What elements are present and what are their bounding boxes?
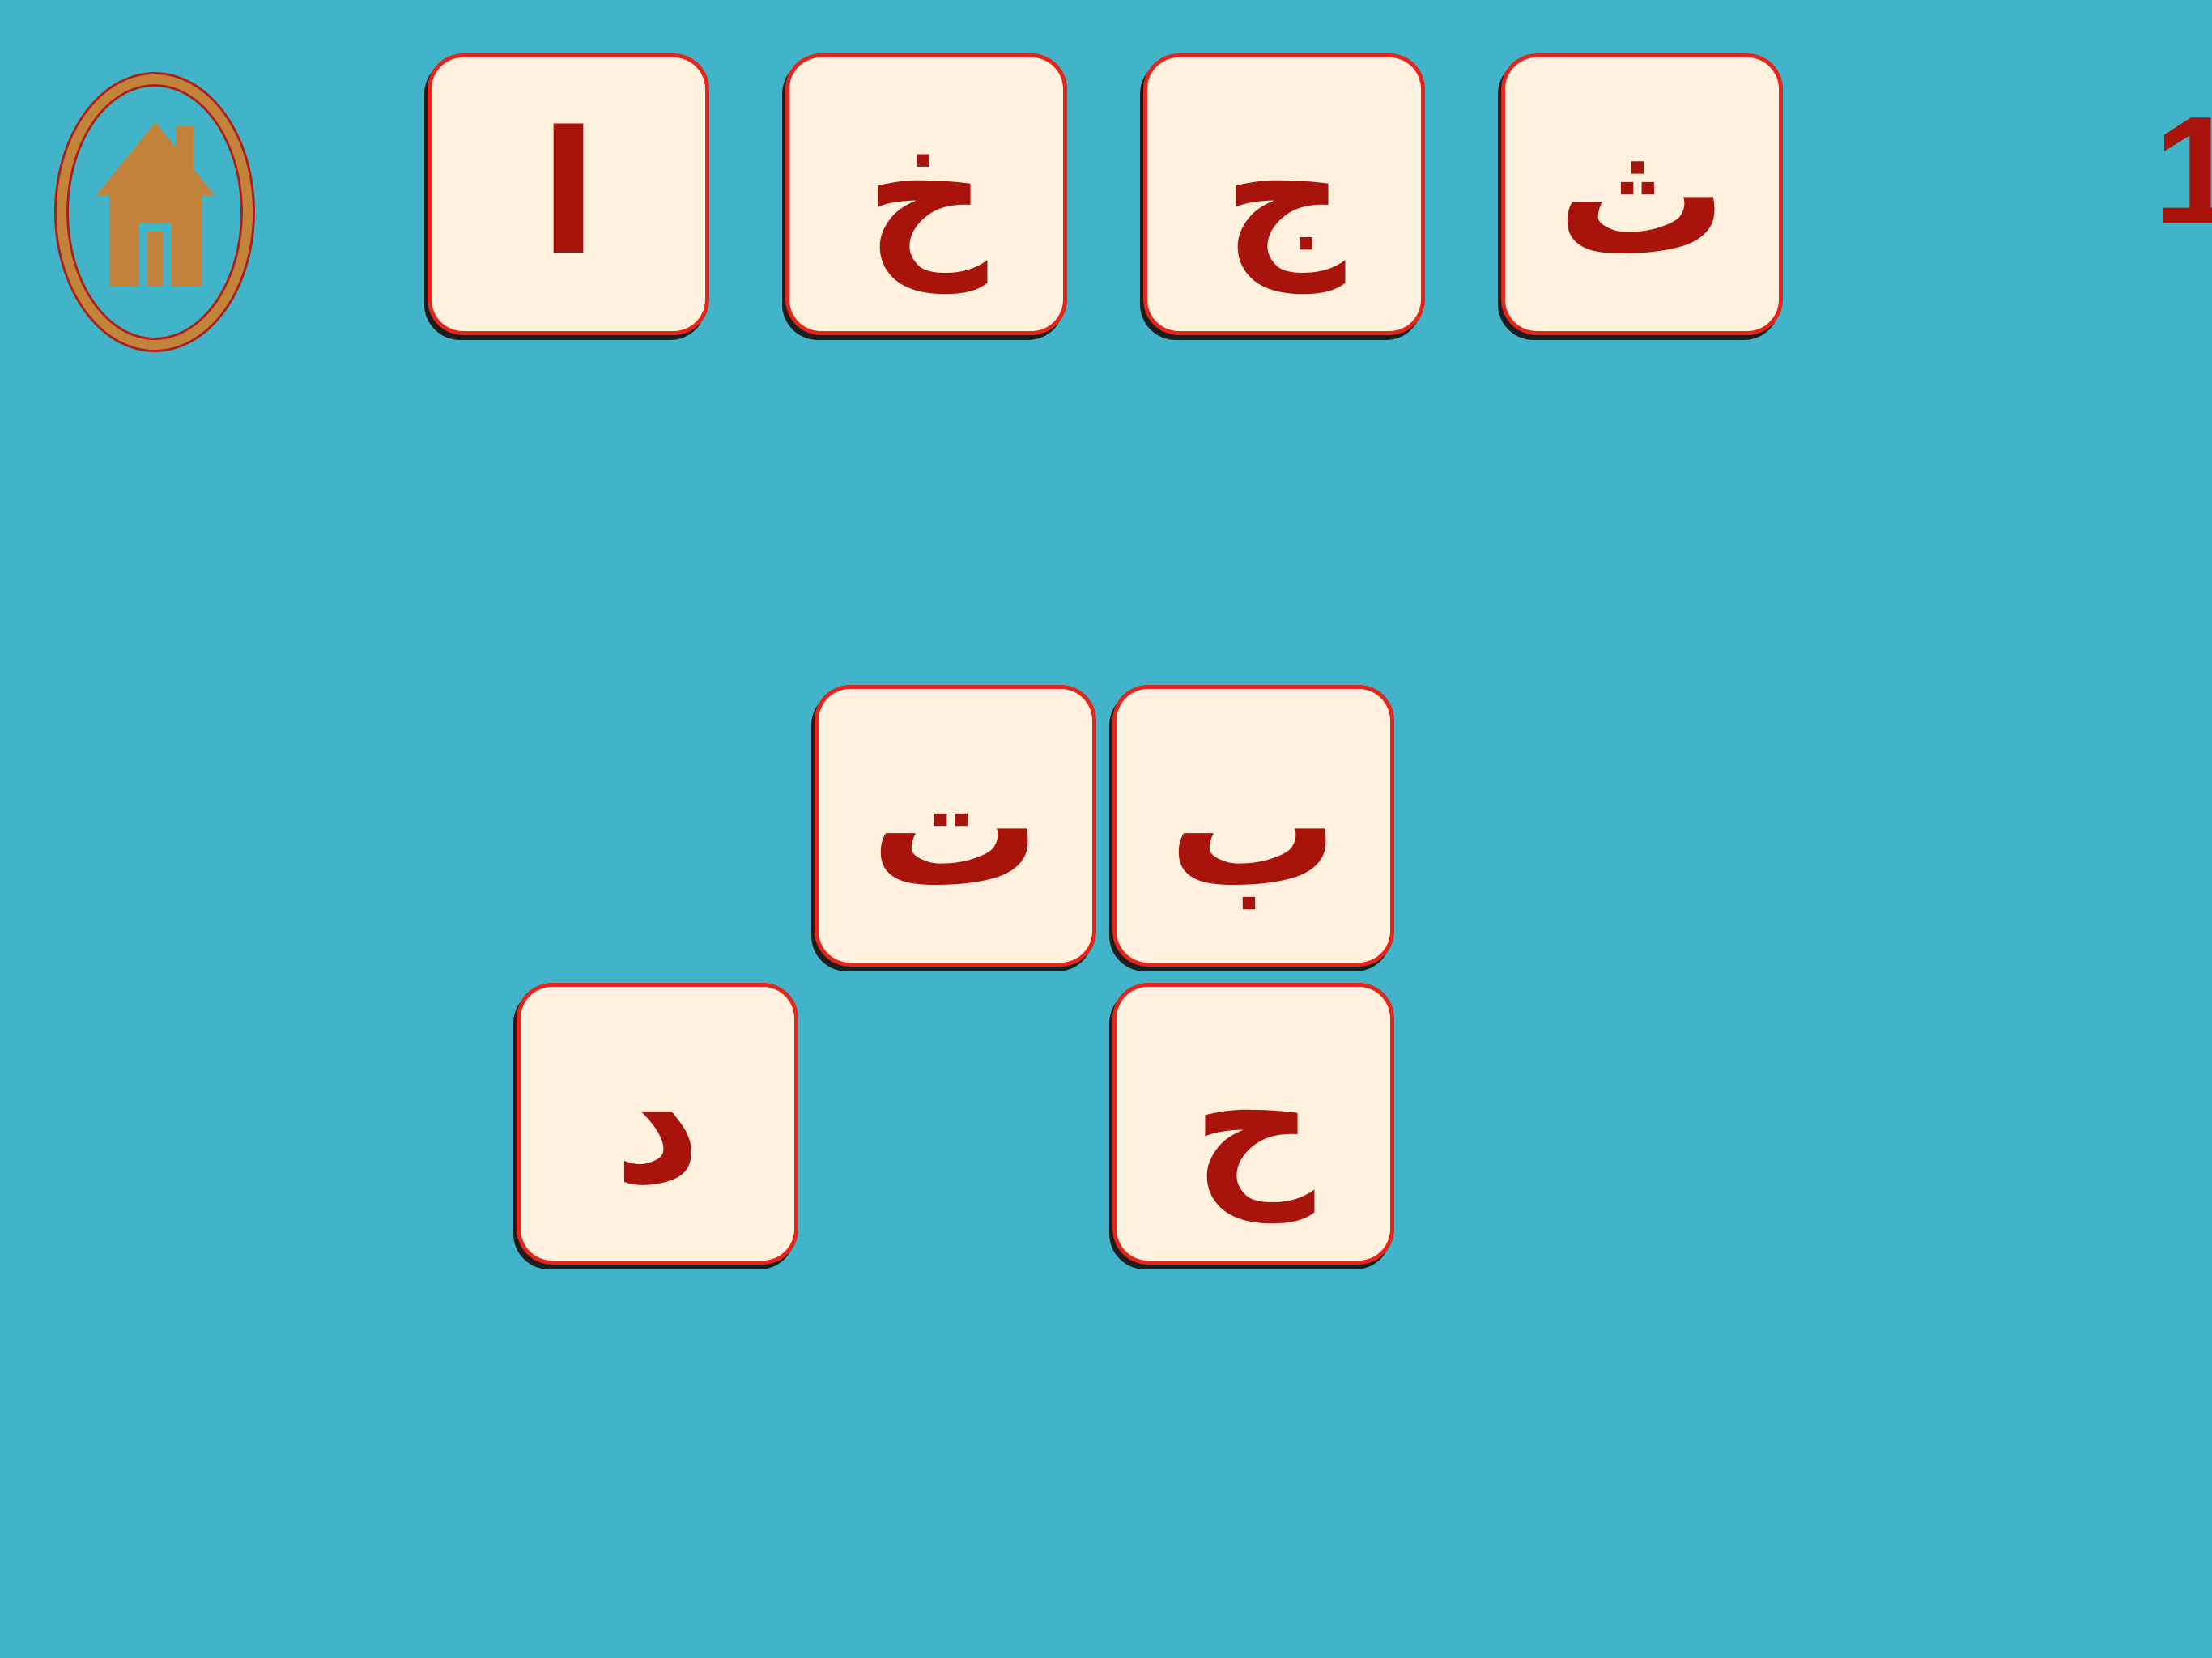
home-icon <box>96 122 215 287</box>
tile-letter: ا <box>539 95 598 293</box>
tile-letter: ج <box>1223 95 1346 293</box>
letter-tile-dal[interactable]: د <box>517 983 798 1265</box>
tile-letter: د <box>614 1024 701 1222</box>
letter-tile-ta[interactable]: ت <box>815 685 1096 967</box>
tile-letter: ب <box>1168 726 1339 925</box>
home-button[interactable] <box>57 74 253 350</box>
level-counter: 1 <box>2154 85 2212 257</box>
tile-letter: خ <box>865 95 988 293</box>
letter-tile-tha[interactable]: ث <box>1501 53 1783 335</box>
letter-tile-jim[interactable]: ج <box>1143 53 1425 335</box>
tile-letter: ت <box>870 726 1041 925</box>
tile-letter: ث <box>1556 95 1728 293</box>
letter-tile-ha[interactable]: ح <box>1112 983 1394 1265</box>
letter-tile-ba[interactable]: ب <box>1112 685 1394 967</box>
letter-tile-alif[interactable]: ا <box>428 53 709 335</box>
letter-tile-kha[interactable]: خ <box>785 53 1067 335</box>
tile-letter: ح <box>1192 1024 1315 1222</box>
